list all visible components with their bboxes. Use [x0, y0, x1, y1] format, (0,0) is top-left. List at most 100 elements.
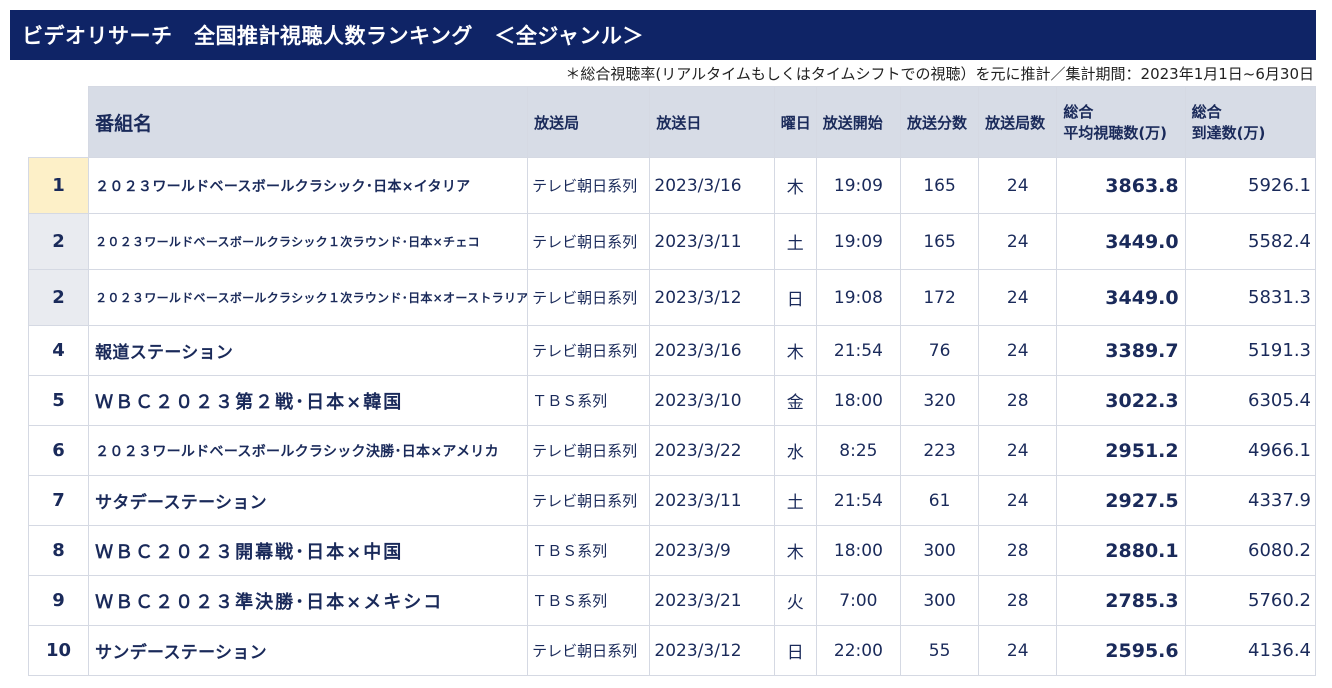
- minutes-cell: 165: [899, 213, 980, 270]
- station-header: 放送局: [527, 86, 651, 158]
- weekday-cell: 火: [773, 575, 817, 626]
- station-cell: テレビ朝日系列: [527, 625, 651, 676]
- reach-cell: 6305.4: [1184, 375, 1317, 426]
- stations-count-cell: 24: [978, 425, 1058, 476]
- weekday-cell: 金: [773, 375, 817, 426]
- table-row: 2 ２０２３ワールドベースボールクラシック１次ラウンド･日本×オーストラリア テレビ…: [27, 269, 1317, 326]
- program-cell: サタデーステーション: [88, 475, 529, 526]
- reach-cell: 5191.3: [1184, 325, 1317, 376]
- date-header: 放送日: [649, 86, 775, 158]
- rank-cell: 10: [27, 625, 90, 676]
- program-cell: ＷＢＣ２０２３開幕戦･日本×中国: [88, 525, 529, 576]
- reach-cell: 5582.4: [1184, 213, 1317, 270]
- minutes-cell: 55: [899, 625, 980, 676]
- reach-header-line1: 総合: [1191, 103, 1222, 121]
- stations-count-cell: 24: [978, 269, 1058, 326]
- date-cell: 2023/3/21: [649, 575, 775, 626]
- rating-header-line2: 平均視聴数(万): [1063, 124, 1168, 142]
- station-cell: テレビ朝日系列: [527, 157, 651, 214]
- rating-cell: 2927.5: [1056, 475, 1186, 526]
- table-header-row: 番組名 放送局 放送日 曜日 放送開始 放送分数 放送局数 総合 平均視聴数(万…: [28, 86, 1317, 158]
- table-row: 6 ２０２３ワールドベースボールクラシック決勝･日本×アメリカ テレビ朝日系列 202…: [27, 425, 1317, 476]
- table-row: 1 ２０２３ワールドベースボールクラシック･日本×イタリア テレビ朝日系列 2023/…: [27, 157, 1317, 214]
- start-time-cell: 22:00: [815, 625, 901, 676]
- minutes-cell: 300: [899, 575, 980, 626]
- ranking-table: 番組名 放送局 放送日 曜日 放送開始 放送分数 放送局数 総合 平均視聴数(万…: [27, 86, 1317, 676]
- station-cell: テレビ朝日系列: [527, 475, 651, 526]
- weekday-cell: 木: [773, 325, 817, 376]
- program-cell: ２０２３ワールドベースボールクラシック１次ラウンド･日本×チェコ: [88, 213, 529, 270]
- title-bar: ビデオリサーチ 全国推計視聴人数ランキング ＜全ジャンル＞: [10, 10, 1316, 60]
- table-row: 2 ２０２３ワールドベースボールクラシック１次ラウンド･日本×チェコ テレビ朝日系列…: [27, 213, 1317, 270]
- minutes-cell: 172: [899, 269, 980, 326]
- table-row: 4 報道ステーション テレビ朝日系列 2023/3/16 木 21:54 76 24 3389.…: [27, 325, 1317, 376]
- stations-count-cell: 28: [978, 575, 1058, 626]
- minutes-cell: 300: [899, 525, 980, 576]
- station-cell: テレビ朝日系列: [527, 269, 651, 326]
- reach-cell: 6080.2: [1184, 525, 1317, 576]
- rating-cell: 2595.6: [1056, 625, 1186, 676]
- minutes-cell: 320: [899, 375, 980, 426]
- rating-header: 総合 平均視聴数(万): [1056, 86, 1186, 158]
- rank-cell: 9: [27, 575, 90, 626]
- weekday-cell: 土: [773, 475, 817, 526]
- reach-cell: 5760.2: [1184, 575, 1317, 626]
- page-title: ビデオリサーチ 全国推計視聴人数ランキング ＜全ジャンル＞: [22, 24, 644, 48]
- table-row: 9 ＷＢＣ２０２３準決勝･日本×メキシコ ＴＢＳ系列 2023/3/21 火 7:00 30…: [27, 575, 1317, 626]
- start-time-cell: 19:09: [815, 157, 901, 214]
- stations-count-cell: 24: [978, 475, 1058, 526]
- reach-cell: 5926.1: [1184, 157, 1317, 214]
- minutes-cell: 76: [899, 325, 980, 376]
- reach-header: 総合 到達数(万): [1184, 86, 1317, 158]
- stations-count-cell: 24: [978, 213, 1058, 270]
- program-cell: ＷＢＣ２０２３準決勝･日本×メキシコ: [88, 575, 529, 626]
- program-cell: サンデーステーション: [88, 625, 529, 676]
- reach-cell: 5831.3: [1184, 269, 1317, 326]
- stations-count-cell: 24: [978, 157, 1058, 214]
- rating-cell: 2951.2: [1056, 425, 1186, 476]
- table-row: 8 ＷＢＣ２０２３開幕戦･日本×中国 ＴＢＳ系列 2023/3/9 木 18:00 300 2…: [27, 525, 1317, 576]
- weekday-cell: 水: [773, 425, 817, 476]
- rank-cell: 2: [27, 269, 90, 326]
- date-cell: 2023/3/12: [649, 625, 775, 676]
- program-cell: ２０２３ワールドベースボールクラシック･日本×イタリア: [88, 157, 529, 214]
- weekday-cell: 木: [773, 157, 817, 214]
- start-header: 放送開始: [815, 86, 901, 158]
- weekday-cell: 日: [773, 625, 817, 676]
- station-cell: ＴＢＳ系列: [527, 375, 651, 426]
- rank-cell: 5: [27, 375, 90, 426]
- rank-cell: 2: [27, 213, 90, 270]
- program-cell: ＷＢＣ２０２３第２戦･日本×韓国: [88, 375, 529, 426]
- stations-count-cell: 28: [978, 525, 1058, 576]
- program-cell: ２０２３ワールドベースボールクラシック決勝･日本×アメリカ: [88, 425, 529, 476]
- minutes-cell: 223: [899, 425, 980, 476]
- rank-cell: 8: [27, 525, 90, 576]
- start-time-cell: 19:08: [815, 269, 901, 326]
- rank-header: [28, 86, 89, 158]
- rating-cell: 2785.3: [1056, 575, 1186, 626]
- start-time-cell: 18:00: [815, 525, 901, 576]
- rating-cell: 3022.3: [1056, 375, 1186, 426]
- station-cell: ＴＢＳ系列: [527, 575, 651, 626]
- stations-count-cell: 28: [978, 375, 1058, 426]
- table-row: 10 サンデーステーション テレビ朝日系列 2023/3/12 日 22:00 55 24 25…: [27, 625, 1317, 676]
- rating-cell: 3863.8: [1056, 157, 1186, 214]
- table-row: 5 ＷＢＣ２０２３第２戦･日本×韓国 ＴＢＳ系列 2023/3/10 金 18:00 320…: [27, 375, 1317, 426]
- station-cell: テレビ朝日系列: [527, 425, 651, 476]
- reach-cell: 4966.1: [1184, 425, 1317, 476]
- start-time-cell: 7:00: [815, 575, 901, 626]
- program-header: 番組名: [88, 86, 529, 158]
- weekday-cell: 土: [773, 213, 817, 270]
- stations-count-cell: 24: [978, 625, 1058, 676]
- footnote: ＊総合視聴率(リアルタイムもしくはタイムシフトでの視聴）を元に推計／集計期間：2…: [565, 65, 1314, 83]
- weekday-header: 曜日: [773, 86, 817, 158]
- table-row: 7 サタデーステーション テレビ朝日系列 2023/3/11 土 21:54 61 24 292…: [27, 475, 1317, 526]
- start-time-cell: 8:25: [815, 425, 901, 476]
- start-time-cell: 18:00: [815, 375, 901, 426]
- start-time-cell: 19:09: [815, 213, 901, 270]
- rank-cell: 7: [27, 475, 90, 526]
- reach-header-line2: 到達数(万): [1191, 124, 1266, 142]
- date-cell: 2023/3/10: [649, 375, 775, 426]
- reach-cell: 4136.4: [1184, 625, 1317, 676]
- date-cell: 2023/3/11: [649, 475, 775, 526]
